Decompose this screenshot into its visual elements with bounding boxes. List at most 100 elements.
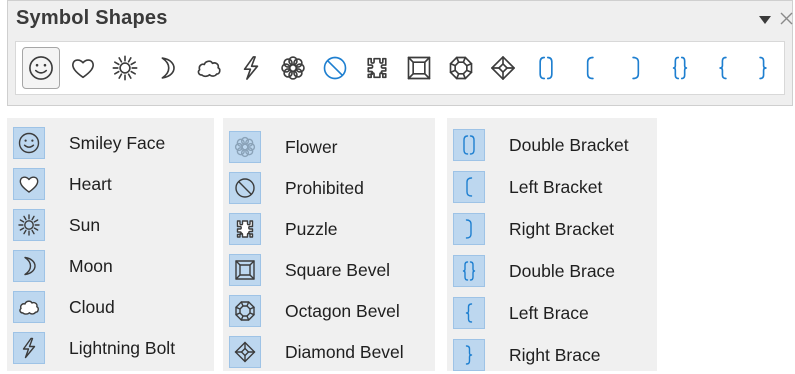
menu-icon-box (13, 168, 45, 200)
brackets-menu: Double Bracket Left Bracket Right Bracke… (447, 118, 657, 371)
menu-item-sun[interactable]: Sun (13, 206, 210, 244)
menu-item-label: Lightning Bolt (69, 337, 176, 358)
toolbar-button-lightning-bolt[interactable] (232, 47, 270, 89)
octagon-bevel-icon (235, 301, 255, 321)
menu-item-right-brace[interactable]: Right Brace (453, 336, 653, 374)
menu-item-label: Left Bracket (509, 176, 603, 197)
smiley-face-icon (29, 56, 53, 80)
menu-icon-box (453, 171, 485, 203)
menu-icon-box (229, 254, 261, 286)
left-brace-icon (719, 56, 727, 80)
toolbar-button-smiley-face[interactable] (22, 47, 60, 89)
toolbar-button-right-brace[interactable] (744, 47, 782, 89)
moon-icon (24, 256, 36, 276)
menu-item-left-bracket[interactable]: Left Bracket (453, 168, 653, 206)
right-brace-icon (465, 345, 473, 365)
menu-icon-box (13, 291, 45, 323)
menu-item-smiley-face[interactable]: Smiley Face (13, 124, 210, 162)
octagon-bevel-icon (449, 56, 473, 80)
dropdown-arrow-icon[interactable] (758, 15, 772, 25)
heart-icon (19, 176, 39, 193)
menu-item-label: Left Brace (509, 302, 589, 323)
toolbar-button-prohibited[interactable] (316, 47, 354, 89)
menu-item-label: Octagon Bevel (285, 300, 400, 321)
menu-icon-box (453, 213, 485, 245)
left-bracket-icon (466, 177, 473, 197)
toolbar-button-sun[interactable] (106, 47, 144, 89)
toolbar-button-heart[interactable] (64, 47, 102, 89)
menu-item-moon[interactable]: Moon (13, 247, 210, 285)
menu-item-label: Double Bracket (509, 134, 629, 155)
right-bracket-icon (632, 56, 640, 80)
double-bracket-icon (539, 56, 553, 80)
menu-icon-box (453, 339, 485, 371)
toolbar-button-octagon-bevel[interactable] (442, 47, 480, 89)
toolbar-button-left-brace[interactable] (704, 47, 742, 89)
basic-shapes-menu: Smiley Face Heart Sun Moon Cloud Lightni… (7, 118, 214, 371)
toolbar-button-flower[interactable] (274, 47, 312, 89)
menu-item-double-brace[interactable]: Double Brace (453, 252, 653, 290)
toolbar-button-double-bracket[interactable] (527, 47, 565, 89)
toolbar-button-double-brace[interactable] (661, 47, 699, 89)
toolbar-button-right-bracket[interactable] (617, 47, 655, 89)
toolbar-button-diamond-bevel[interactable] (484, 47, 522, 89)
left-brace-icon (465, 303, 473, 323)
menu-item-label: Flower (285, 136, 338, 157)
double-brace-icon (462, 261, 476, 281)
menu-icon-box (13, 127, 45, 159)
flower-icon (281, 56, 305, 80)
menu-item-prohibited[interactable]: Prohibited (229, 169, 431, 207)
menu-icon-box (229, 295, 261, 327)
smiley-face-icon (18, 132, 40, 154)
menu-icon-box (229, 131, 261, 163)
menu-item-cloud[interactable]: Cloud (13, 288, 210, 326)
menu-item-square-bevel[interactable]: Square Bevel (229, 251, 431, 289)
right-brace-icon (759, 56, 767, 80)
menu-item-heart[interactable]: Heart (13, 165, 210, 203)
menu-item-left-brace[interactable]: Left Brace (453, 294, 653, 332)
puzzle-icon (236, 220, 254, 238)
menu-item-diamond-bevel[interactable]: Diamond Bevel (229, 333, 431, 371)
toolbar-button-cloud[interactable] (190, 47, 228, 89)
menu-item-double-bracket[interactable]: Double Bracket (453, 126, 653, 164)
menu-item-label: Prohibited (285, 177, 364, 198)
menu-icon-box (229, 336, 261, 368)
menu-item-right-bracket[interactable]: Right Bracket (453, 210, 653, 248)
shape-icon-bar (15, 41, 785, 95)
diamond-bevel-icon (234, 341, 256, 363)
toolbar-title: Symbol Shapes (16, 7, 168, 29)
toolbar-button-puzzle[interactable] (358, 47, 396, 89)
prohibited-icon (235, 178, 255, 198)
right-bracket-icon (465, 219, 472, 239)
toolbar-button-square-bevel[interactable] (400, 47, 438, 89)
symbol-shapes-menu: Flower Prohibited Puzzle Square Bevel Oc… (223, 118, 435, 371)
heart-icon (72, 59, 94, 79)
menu-item-lightning-bolt[interactable]: Lightning Bolt (13, 329, 210, 367)
menu-item-label: Diamond Bevel (285, 341, 404, 362)
menu-item-flower[interactable]: Flower (229, 128, 431, 166)
close-icon[interactable] (779, 11, 794, 26)
sun-icon (112, 55, 138, 81)
cloud-icon (197, 60, 221, 78)
puzzle-icon (367, 57, 387, 79)
prohibited-icon (323, 56, 347, 80)
moon-icon (161, 57, 175, 79)
toolbar-button-moon[interactable] (148, 47, 186, 89)
menu-item-puzzle[interactable]: Puzzle (229, 210, 431, 248)
menu-icon-box (13, 250, 45, 282)
menu-item-label: Double Brace (509, 260, 616, 281)
menu-item-label: Puzzle (285, 218, 338, 239)
menu-item-label: Heart (69, 173, 112, 194)
menu-icon-box (453, 297, 485, 329)
menu-item-label: Right Brace (509, 344, 601, 365)
cloud-icon (19, 300, 39, 315)
menu-icon-box (453, 255, 485, 287)
menu-item-label: Square Bevel (285, 259, 391, 280)
menu-icon-box (13, 209, 45, 241)
menu-item-label: Right Bracket (509, 218, 615, 239)
diamond-bevel-icon (491, 56, 515, 80)
lightning-bolt-icon (22, 337, 36, 359)
toolbar-button-left-bracket[interactable] (571, 47, 609, 89)
menu-icon-box (229, 213, 261, 245)
menu-item-octagon-bevel[interactable]: Octagon Bevel (229, 292, 431, 330)
